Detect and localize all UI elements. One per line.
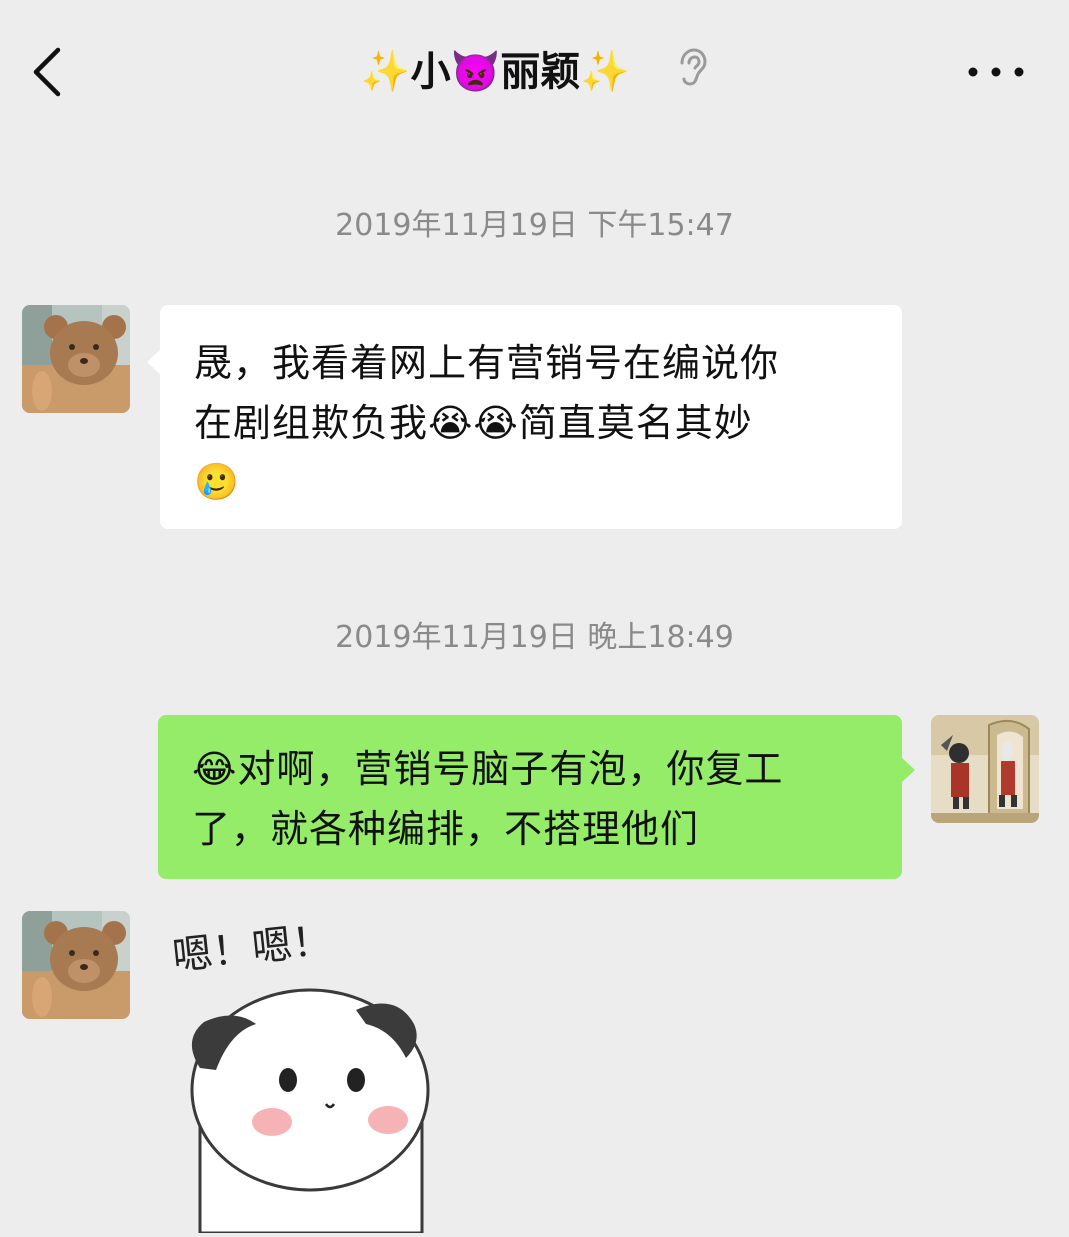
bear-avatar-image: [22, 911, 130, 1019]
chat-header: ✨小👿丽颖✨: [0, 0, 1069, 150]
chat-title-wrapper: ✨小👿丽颖✨: [0, 40, 1069, 106]
more-horizontal-icon: [968, 67, 1024, 77]
contact-avatar[interactable]: [22, 911, 130, 1019]
message-text-line: 了，就各种编排，不搭理他们: [192, 807, 700, 851]
message-text-line: 😂对啊，营销号脑子有泡，你复工: [192, 747, 784, 791]
chevron-left-icon: [33, 47, 61, 97]
bear-avatar-image: [22, 305, 130, 413]
message-text-line: 🥲: [194, 462, 240, 503]
sticker-caption: 嗯！嗯！: [170, 920, 334, 980]
outgoing-message-bubble[interactable]: 😂对啊，营销号脑子有泡，你复工 了，就各种编排，不搭理他们: [158, 715, 915, 879]
message-text-line: 晟，我看着网上有营销号在编说你: [194, 341, 780, 385]
chat-title[interactable]: ✨小👿丽颖✨: [361, 40, 708, 106]
illustration-avatar-image: [931, 715, 1039, 823]
more-button[interactable]: [963, 50, 1029, 94]
message-timestamp: 2019年11月19日 晚上18:49: [335, 620, 734, 655]
chat-title-text: ✨小👿丽颖✨: [360, 49, 631, 95]
message-text-line: 在剧组欺负我😭😭简直莫名其妙: [194, 401, 753, 445]
earpiece-icon: [674, 42, 708, 106]
back-button[interactable]: [22, 40, 82, 104]
incoming-message-bubble[interactable]: 晟，我看着网上有营销号在编说你 在剧组欺负我😭😭简直莫名其妙 🥲: [147, 305, 902, 529]
user-avatar[interactable]: [931, 715, 1039, 823]
contact-avatar[interactable]: [22, 305, 130, 413]
message-timestamp: 2019年11月19日 下午15:47: [335, 208, 734, 243]
sticker-message[interactable]: 嗯！嗯！: [160, 917, 460, 1235]
puppy-sticker-image: 嗯！嗯！: [170, 917, 430, 1235]
